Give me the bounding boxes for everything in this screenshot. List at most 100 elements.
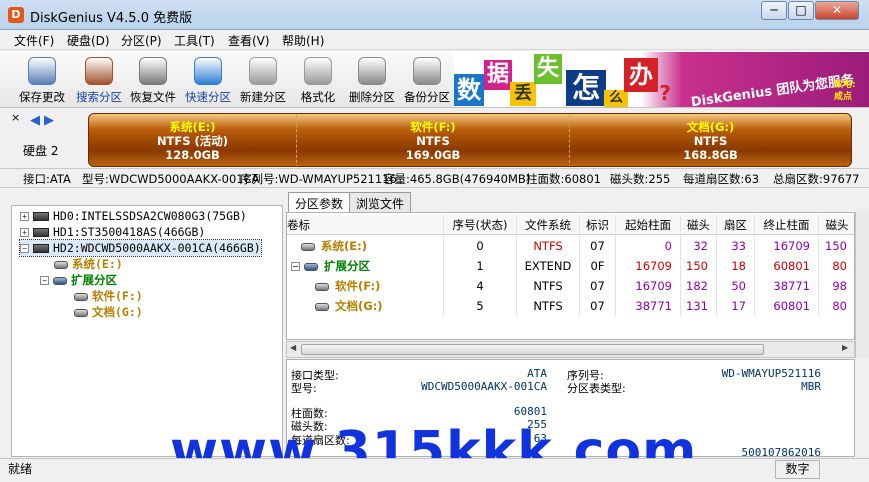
table-header: 卷标 序号(状态) 文件系统 标识 起始柱面 磁头 扇区 终止柱面 磁头 — [287, 215, 854, 235]
detail-value: ATA — [527, 367, 547, 380]
toolbar-button-2[interactable]: 恢复文件 — [125, 55, 181, 105]
tree-partition-f[interactable]: 软件(F:) — [74, 288, 143, 304]
status-bar: 就绪 数字 — [0, 458, 869, 482]
toolbar-button-label: 删除分区 — [349, 90, 395, 104]
tree-partition-g[interactable]: 文档(G:) — [74, 304, 143, 320]
toolbar-button-6[interactable]: 删除分区 — [344, 55, 400, 105]
partition-icon — [53, 276, 67, 285]
column-header[interactable]: 磁头 — [819, 215, 854, 235]
table-horizontal-scrollbar[interactable]: ◀ ▶ — [286, 341, 855, 358]
table-cell: 131 — [681, 296, 717, 316]
table-cell: 60801 — [755, 296, 819, 316]
info-total-sectors: 总扇区数:97677 — [773, 172, 860, 186]
partition-icon — [54, 260, 68, 269]
table-cell: 18 — [717, 256, 755, 276]
expand-icon[interactable]: + — [20, 212, 29, 221]
right-tabs: 分区参数 浏览文件 — [286, 192, 869, 213]
collapse-icon[interactable]: − — [20, 244, 29, 253]
menu-help[interactable]: 帮助(H) — [282, 32, 324, 49]
tree-disk-hd2[interactable]: − HD2:WDCWD5000AAKX-001CA(466GB) — [19, 239, 262, 257]
toolbar-button-1[interactable]: 搜索分区 — [71, 55, 127, 105]
partition-segment-g[interactable]: 文档(G:) NTFS 168.8GB — [569, 114, 851, 166]
title-bar: D DiskGenius V4.5.0 免费版 ─ □ ✕ — [0, 0, 869, 30]
column-header[interactable]: 终止柱面 — [755, 215, 819, 235]
table-cell: 07 — [580, 236, 616, 256]
table-row[interactable]: 文档(G:) 5 NTFS 07 38771 131 17 60801 80 — [287, 296, 854, 316]
menu-view[interactable]: 查看(V) — [228, 32, 270, 49]
disk-map-panel: × ◀ ▶ 硬盘 2 系统(E:) NTFS (活动) 128.0GB 软件(F… — [0, 109, 869, 167]
table-cell: 0F — [580, 256, 616, 276]
banner-char: 数 — [454, 74, 484, 106]
toolbar-button-5[interactable]: 格式化 — [290, 55, 346, 105]
collapse-icon[interactable]: − — [291, 262, 300, 271]
toolbar-button-0[interactable]: 保存更改 — [14, 55, 70, 105]
toolbar-button-label: 备份分区 — [404, 90, 450, 104]
column-header[interactable]: 起始柱面 — [616, 215, 681, 235]
menu-tools[interactable]: 工具(T) — [174, 32, 215, 49]
table-vertical-scrollbar[interactable] — [855, 212, 869, 358]
prev-disk-icon[interactable]: ◀ — [30, 113, 40, 128]
maximize-button[interactable]: □ — [788, 1, 814, 20]
column-header[interactable]: 卷标 — [287, 215, 444, 235]
menu-disk[interactable]: 硬盘(D) — [67, 32, 110, 49]
table-cell: 80 — [819, 296, 854, 316]
toolbar-button-3[interactable]: 快速分区 — [180, 55, 236, 105]
next-disk-icon[interactable]: ▶ — [44, 113, 54, 128]
disk-label: 硬盘 2 — [23, 144, 59, 158]
tree-extended-partition[interactable]: − 扩展分区 — [40, 272, 117, 288]
table-cell: 0 — [444, 236, 517, 256]
toolbar-button-label: 保存更改 — [19, 90, 65, 104]
format-icon — [304, 57, 332, 85]
table-row[interactable]: − 扩展分区 1 EXTEND 0F 16709 150 18 60801 80 — [287, 256, 854, 276]
table-cell: 1 — [444, 256, 517, 276]
hdd-icon — [33, 244, 49, 253]
table-cell: 5 — [444, 296, 517, 316]
partition-map: 系统(E:) NTFS (活动) 128.0GB 软件(F:) NTFS 169… — [88, 113, 852, 167]
detail-value: MBR — [801, 380, 821, 393]
banner-char: ? — [659, 81, 671, 105]
column-header[interactable]: 文件系统 — [517, 215, 580, 235]
detail-label: 型号: — [291, 382, 317, 395]
close-disk-icon[interactable]: × — [11, 111, 20, 124]
scroll-thumb[interactable] — [301, 344, 764, 355]
table-cell: 38771 — [755, 276, 819, 296]
status-text: 就绪 — [8, 462, 33, 476]
tree-partition-e[interactable]: 系统(E:) — [54, 256, 123, 272]
hdd-icon — [33, 212, 49, 221]
table-row[interactable]: 软件(F:) 4 NTFS 07 16709 182 50 38771 98 — [287, 276, 854, 296]
scroll-right-icon[interactable]: ▶ — [842, 343, 848, 352]
table-row[interactable]: 系统(E:) 0 NTFS 07 0 32 33 16709 150 — [287, 236, 854, 256]
tree-disk-hd0[interactable]: + HD0:INTELSSDSA2CW080G3(75GB) — [20, 208, 247, 224]
table-cell: NTFS — [517, 236, 580, 256]
column-header[interactable]: 扇区 — [717, 215, 755, 235]
toolbar-button-label: 恢复文件 — [130, 90, 176, 104]
minimize-button[interactable]: ─ — [761, 1, 787, 20]
disk-info-bar: 接口:ATA 型号:WDCWD5000AAKX-001CA 序列号:WD-WMA… — [0, 168, 869, 188]
quick-partition-icon — [194, 57, 222, 85]
partition-icon — [74, 292, 88, 301]
tab-browse-files[interactable]: 浏览文件 — [349, 192, 412, 212]
new-partition-icon — [249, 57, 277, 85]
banner-char: 么 — [604, 90, 628, 107]
banner-char: 办 — [624, 58, 658, 92]
menu-file[interactable]: 文件(F) — [14, 32, 54, 49]
collapse-icon[interactable]: − — [40, 276, 49, 285]
partition-segment-f[interactable]: 软件(F:) NTFS 169.0GB — [296, 114, 569, 166]
table-cell: EXTEND — [517, 256, 580, 276]
menu-partition[interactable]: 分区(P) — [121, 32, 162, 49]
expand-icon[interactable]: + — [20, 228, 29, 237]
ad-banner[interactable]: 数 据 丢 失 怎 么 办 ? DiskGenius 团队为您服务 致电: 咸点 — [454, 52, 869, 107]
tree-disk-hd1[interactable]: + HD1:ST3500418AS(466GB) — [20, 224, 205, 240]
partition-segment-e[interactable]: 系统(E:) NTFS (活动) 128.0GB — [89, 114, 296, 166]
close-button[interactable]: ✕ — [815, 1, 859, 20]
toolbar-button-4[interactable]: 新建分区 — [235, 55, 291, 105]
scroll-left-icon[interactable]: ◀ — [290, 343, 296, 352]
column-header[interactable]: 标识 — [580, 215, 616, 235]
toolbar-button-7[interactable]: 备份分区 — [399, 55, 455, 105]
hdd-icon — [33, 228, 49, 237]
tab-partition-params[interactable]: 分区参数 — [288, 192, 351, 213]
column-header[interactable]: 序号(状态) — [444, 215, 517, 235]
table-cell: 32 — [681, 236, 717, 256]
column-header[interactable]: 磁头 — [681, 215, 717, 235]
table-cell: 4 — [444, 276, 517, 296]
